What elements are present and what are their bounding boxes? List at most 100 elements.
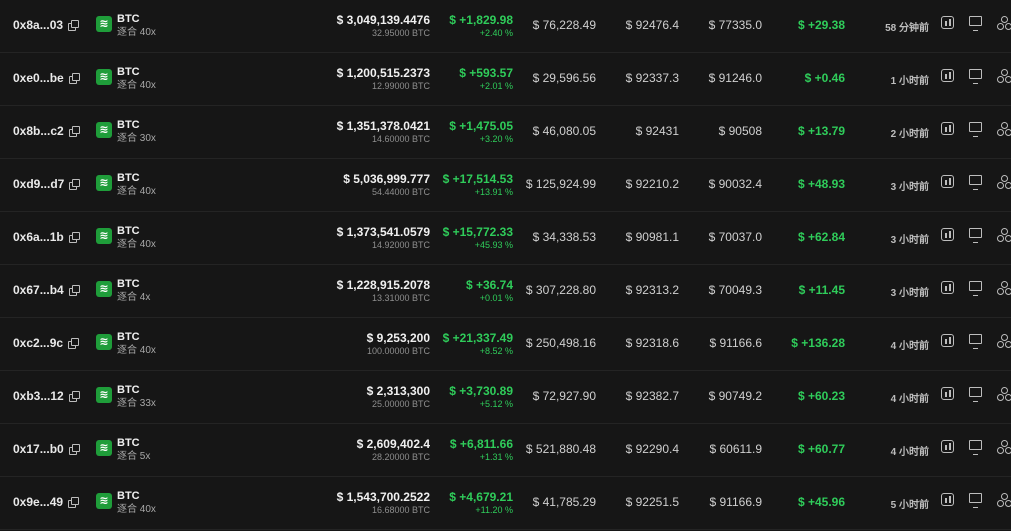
monitor-button[interactable]	[969, 69, 985, 85]
monitor-button[interactable]	[969, 493, 985, 509]
position-size: $ 9,253,200 100.00000 BTC	[367, 331, 430, 358]
copy-icon[interactable]	[68, 285, 80, 296]
address-text[interactable]: 0xe0...be	[13, 71, 64, 85]
address-text[interactable]: 0xb3...12	[13, 389, 64, 403]
copy-icon[interactable]	[68, 20, 80, 31]
chart-icon[interactable]	[941, 440, 954, 453]
monitor-icon[interactable]	[969, 175, 982, 190]
share-button[interactable]	[997, 228, 1011, 244]
copy-icon[interactable]	[68, 444, 80, 455]
wallet-address[interactable]: 0x6a...1b	[13, 230, 80, 244]
copy-icon[interactable]	[68, 232, 80, 243]
share-button[interactable]	[997, 122, 1011, 138]
copy-icon[interactable]	[68, 497, 80, 508]
chart-button[interactable]	[941, 440, 957, 456]
share-icon[interactable]	[997, 440, 1011, 454]
address-text[interactable]: 0x17...b0	[13, 442, 64, 456]
wallet-address[interactable]: 0xe0...be	[13, 71, 80, 85]
chart-icon[interactable]	[941, 228, 954, 241]
address-text[interactable]: 0x8a...03	[13, 18, 63, 32]
share-icon[interactable]	[997, 334, 1011, 348]
monitor-icon[interactable]	[969, 334, 982, 349]
chart-button[interactable]	[941, 16, 957, 32]
monitor-button[interactable]	[969, 175, 985, 191]
chart-button[interactable]	[941, 228, 957, 244]
share-button[interactable]	[997, 281, 1011, 297]
share-button[interactable]	[997, 175, 1011, 191]
monitor-button[interactable]	[969, 122, 985, 138]
pnl-percent: +13.91 %	[474, 187, 513, 197]
leverage-label: 逐合 40x	[117, 80, 156, 91]
address-text[interactable]: 0x67...b4	[13, 283, 64, 297]
share-button[interactable]	[997, 334, 1011, 350]
share-button[interactable]	[997, 387, 1011, 403]
share-icon[interactable]	[997, 493, 1011, 507]
monitor-icon[interactable]	[969, 16, 982, 31]
share-icon[interactable]	[997, 16, 1011, 30]
monitor-button[interactable]	[969, 387, 985, 403]
chart-icon[interactable]	[941, 493, 954, 506]
wallet-address[interactable]: 0xc2...9c	[13, 336, 80, 350]
wallet-address[interactable]: 0x17...b0	[13, 442, 80, 456]
wallet-address[interactable]: 0x9e...49	[13, 495, 80, 509]
share-icon[interactable]	[997, 228, 1011, 242]
chart-button[interactable]	[941, 122, 957, 138]
share-icon[interactable]	[997, 122, 1011, 136]
copy-icon[interactable]	[68, 338, 80, 349]
chart-icon[interactable]	[941, 69, 954, 82]
chart-icon[interactable]	[941, 122, 954, 135]
chart-button[interactable]	[941, 334, 957, 350]
share-button[interactable]	[997, 493, 1011, 509]
chart-icon[interactable]	[941, 334, 954, 347]
monitor-icon[interactable]	[969, 440, 982, 455]
share-icon[interactable]	[997, 69, 1011, 83]
chart-button[interactable]	[941, 387, 957, 403]
copy-icon[interactable]	[68, 126, 80, 137]
monitor-icon[interactable]	[969, 387, 982, 402]
chart-icon[interactable]	[941, 16, 954, 29]
chart-button[interactable]	[941, 69, 957, 85]
address-text[interactable]: 0x9e...49	[13, 495, 63, 509]
address-text[interactable]: 0x8b...c2	[13, 124, 64, 138]
size-usd: $ 1,228,915.2078	[336, 278, 430, 292]
monitor-icon[interactable]	[969, 122, 982, 137]
share-icon[interactable]	[997, 175, 1011, 189]
monitor-button[interactable]	[969, 334, 985, 350]
address-text[interactable]: 0xd9...d7	[13, 177, 64, 191]
wallet-address[interactable]: 0x8a...03	[13, 18, 80, 32]
funding-fee: $ +29.38	[797, 18, 845, 32]
monitor-button[interactable]	[969, 228, 985, 244]
share-button[interactable]	[997, 440, 1011, 456]
share-button[interactable]	[997, 69, 1011, 85]
wallet-address[interactable]: 0x67...b4	[13, 283, 80, 297]
chart-button[interactable]	[941, 175, 957, 191]
monitor-icon[interactable]	[969, 228, 982, 243]
chart-button[interactable]	[941, 281, 957, 297]
copy-icon[interactable]	[68, 391, 80, 402]
funding-fee: $ +13.79	[797, 124, 845, 138]
share-icon[interactable]	[997, 281, 1011, 295]
monitor-icon[interactable]	[969, 69, 982, 84]
chart-icon[interactable]	[941, 175, 954, 188]
funding-fee: $ +45.96	[797, 495, 845, 509]
monitor-button[interactable]	[969, 440, 985, 456]
monitor-button[interactable]	[969, 16, 985, 32]
share-button[interactable]	[997, 16, 1011, 32]
chart-icon[interactable]	[941, 387, 954, 400]
share-icon[interactable]	[997, 387, 1011, 401]
address-text[interactable]: 0x6a...1b	[13, 230, 64, 244]
chart-button[interactable]	[941, 493, 957, 509]
wallet-address[interactable]: 0x8b...c2	[13, 124, 80, 138]
asset-cell: ≋ BTC 逐合 40x	[96, 172, 156, 198]
monitor-icon[interactable]	[969, 493, 982, 508]
monitor-icon[interactable]	[969, 281, 982, 296]
address-text[interactable]: 0xc2...9c	[13, 336, 63, 350]
monitor-button[interactable]	[969, 281, 985, 297]
chart-icon[interactable]	[941, 281, 954, 294]
leverage-label: 逐合 40x	[117, 27, 156, 38]
copy-icon[interactable]	[68, 73, 80, 84]
copy-icon[interactable]	[69, 179, 81, 190]
wallet-address[interactable]: 0xd9...d7	[13, 177, 81, 191]
asset-name: BTC	[117, 278, 140, 290]
wallet-address[interactable]: 0xb3...12	[13, 389, 80, 403]
